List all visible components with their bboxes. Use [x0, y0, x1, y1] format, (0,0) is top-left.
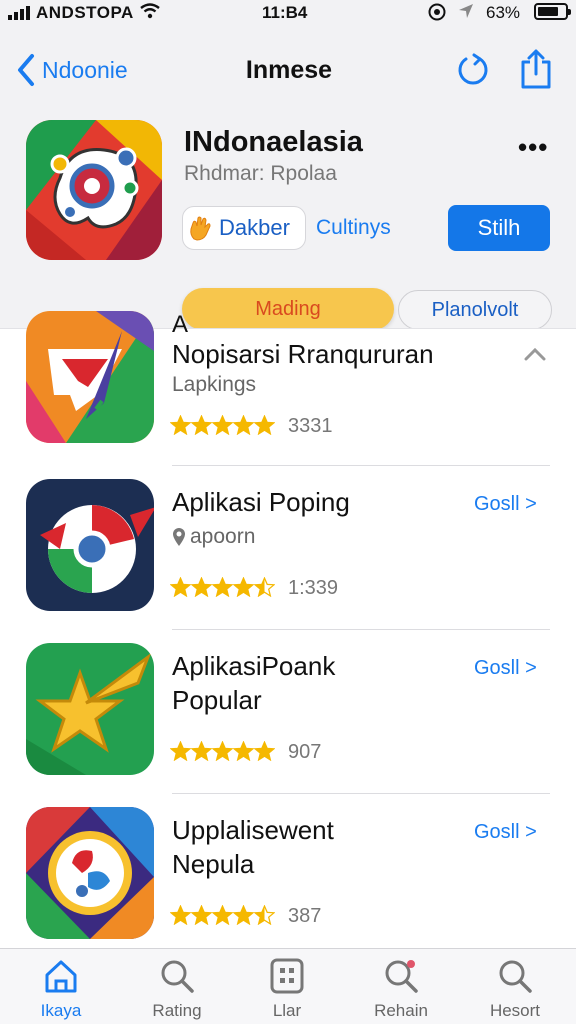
star-icon — [212, 415, 233, 435]
list-item[interactable]: A Nopisarsi Rranqururan Lapkings 3331 — [0, 311, 576, 466]
tab-label: Hesort — [489, 1001, 541, 1020]
get-button[interactable]: Gosll > — [474, 493, 537, 516]
tab-rating[interactable]: Rating — [122, 957, 232, 1021]
search-icon — [161, 960, 194, 993]
star-icon — [233, 577, 254, 597]
app-icon-2[interactable] — [26, 479, 154, 611]
star-icon — [170, 577, 191, 597]
orientation-lock-icon — [428, 3, 446, 21]
tab-label: Rating — [152, 1001, 202, 1020]
tab-ikaya[interactable]: Ikaya — [6, 957, 116, 1021]
tab-rehain[interactable]: Rehain — [346, 957, 456, 1021]
featured-app-icon[interactable] — [26, 120, 162, 260]
grid-icon — [270, 958, 304, 994]
star-icon — [254, 741, 275, 761]
star-icon — [233, 905, 254, 925]
battery-icon — [534, 3, 571, 20]
signal-icon — [8, 6, 30, 20]
star-icon — [170, 415, 191, 435]
app-subtitle: apoorn — [172, 525, 255, 549]
segment-planolvolt[interactable]: Planolvolt — [398, 290, 552, 330]
app-icon-3[interactable] — [26, 643, 154, 775]
star-icon — [191, 415, 212, 435]
refresh-icon[interactable] — [454, 52, 492, 90]
tab-label: Rehain — [374, 1001, 428, 1020]
list-item[interactable]: Aplikasi Poping apoorn Gosll > 1:339 — [0, 477, 576, 630]
featured-app-title: INdonaelasia — [184, 126, 363, 158]
dakber-button[interactable]: Dakber — [182, 206, 306, 250]
get-button[interactable]: Gosll > — [474, 657, 537, 680]
app-icon-4[interactable] — [26, 807, 154, 939]
status-bar: ANDSTOPA 11:B4 63% — [0, 0, 576, 28]
wifi-icon — [140, 3, 160, 19]
partial-heading: A — [172, 311, 189, 338]
tab-llar[interactable]: Llar — [232, 957, 342, 1021]
app-list: A Nopisarsi Rranqururan Lapkings 3331 Ap… — [0, 311, 576, 948]
rating-count: 907 — [288, 741, 322, 763]
star-rating — [170, 577, 275, 597]
star-icon — [191, 905, 212, 925]
list-item[interactable]: Upplalisewent Nepula Gosll > 387 — [0, 805, 576, 955]
location-arrow-icon — [459, 4, 473, 18]
app-name: Aplikasi Poping — [172, 487, 350, 517]
row-divider — [172, 793, 550, 794]
row-divider — [172, 465, 550, 466]
list-item[interactable]: AplikasiPoank Popular Gosll > 907 — [0, 641, 576, 794]
search-icon — [499, 960, 532, 993]
cultinys-link[interactable]: Cultinys — [316, 216, 391, 240]
star-icon — [254, 415, 275, 435]
row-divider — [172, 629, 550, 630]
star-icon — [170, 905, 191, 925]
battery-percent: 63% — [486, 3, 521, 22]
star-icon — [233, 741, 254, 761]
rating-count: 387 — [288, 905, 322, 927]
more-options-icon[interactable]: ••• — [518, 132, 548, 163]
search-badge-icon — [385, 960, 418, 993]
tab-hesort[interactable]: Hesort — [460, 957, 570, 1021]
star-rating — [170, 741, 275, 761]
star-icon — [170, 741, 191, 761]
star-icon — [191, 577, 212, 597]
star-rating — [170, 415, 275, 435]
tab-bar: Ikaya Rating Llar Rehain Hesort — [0, 948, 576, 1024]
star-icon — [191, 741, 212, 761]
star-icon — [212, 741, 233, 761]
carrier-name: ANDSTOPA — [36, 3, 134, 22]
home-icon — [45, 960, 77, 993]
tab-label: Llar — [272, 1001, 302, 1020]
featured-app-subtitle: Rhdmar: Rpolaa — [184, 162, 337, 185]
stilh-button[interactable]: Stilh — [448, 205, 550, 251]
share-icon[interactable] — [518, 48, 554, 90]
star-icon — [212, 905, 233, 925]
get-button[interactable]: Gosll > — [474, 821, 537, 844]
navigation-bar: Ndoonie Inmese — [0, 40, 576, 100]
location-pin-icon — [173, 528, 185, 546]
star-icon — [233, 415, 254, 435]
app-subtitle: Lapkings — [172, 373, 257, 396]
star-icon — [212, 577, 233, 597]
star-rating — [170, 905, 275, 925]
tab-label: Ikaya — [40, 1001, 82, 1020]
chevron-up-icon[interactable] — [524, 347, 546, 361]
rating-count: 3331 — [288, 415, 333, 437]
app-name: Upplalisewent Nepula — [172, 815, 334, 879]
app-name: AplikasiPoank Popular — [172, 651, 336, 715]
featured-app: INdonaelasia Rhdmar: Rpolaa ••• Dakber C… — [0, 110, 576, 330]
status-time: 11:B4 — [262, 3, 308, 22]
dakber-label: Dakber — [219, 215, 290, 240]
hand-icon — [190, 216, 211, 241]
rating-count: 1:339 — [288, 577, 339, 599]
segment-mading[interactable]: Mading — [182, 288, 394, 330]
star-icon — [254, 577, 275, 597]
app-icon-1[interactable] — [26, 311, 154, 443]
app-name: Nopisarsi Rranqururan — [172, 339, 434, 369]
star-icon — [254, 905, 275, 925]
